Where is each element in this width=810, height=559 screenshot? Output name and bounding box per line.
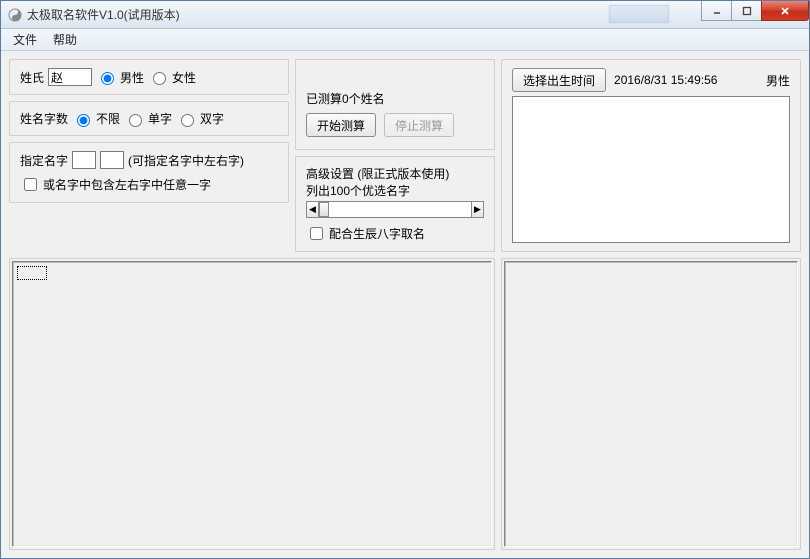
surname-label: 姓氏: [20, 69, 44, 86]
namechars-single-option[interactable]: 单字: [124, 110, 172, 127]
slider-left-arrow-icon[interactable]: ◀: [306, 201, 319, 218]
surname-input[interactable]: [48, 68, 92, 86]
window-controls: [702, 1, 809, 21]
start-calc-button[interactable]: 开始测算: [306, 113, 376, 137]
namechars-label: 姓名字数: [20, 110, 68, 127]
calc-status: 已测算0个姓名: [306, 90, 385, 107]
gender-female-radio[interactable]: [153, 72, 166, 85]
ghost-decoration: [609, 5, 669, 23]
app-window: 太极取名软件V1.0(试用版本) 文件 帮助 姓氏: [0, 0, 810, 559]
bazi-option[interactable]: 配合生辰八字取名: [306, 224, 425, 243]
slider-track[interactable]: [319, 201, 471, 218]
birthtime-group: 选择出生时间 2016/8/31 15:49:56 男性: [501, 59, 801, 252]
namechars-group: 姓名字数 不限 单字 双字: [9, 101, 289, 136]
results-right-list[interactable]: [504, 261, 798, 547]
surname-group: 姓氏 男性 女性: [9, 59, 289, 95]
select-birthtime-button[interactable]: 选择出生时间: [512, 68, 606, 92]
specify-group: 指定名字 (可指定名字中左右字) 或名字中包含左右字中任意一字: [9, 142, 289, 203]
birthtime-info-panel: [512, 96, 790, 243]
specify-contains-checkbox[interactable]: [24, 178, 37, 191]
bazi-checkbox[interactable]: [310, 227, 323, 240]
gender-female-option[interactable]: 女性: [148, 69, 196, 86]
namechars-unlimited-radio[interactable]: [77, 114, 90, 127]
birthtime-value: 2016/8/31 15:49:56: [614, 73, 717, 87]
client-area: 姓氏 男性 女性 姓名字数 不限: [1, 51, 809, 558]
namechars-double-option[interactable]: 双字: [176, 110, 224, 127]
namechars-double-radio[interactable]: [181, 114, 194, 127]
specify-contains-option[interactable]: 或名字中包含左右字中任意一字: [20, 175, 211, 194]
specify-label: 指定名字: [20, 152, 68, 169]
specify-left-input[interactable]: [72, 151, 96, 169]
advanced-group: 高级设置 (限正式版本使用) 列出100个优选名字 ◀ ▶ 配合生辰八字取名: [295, 156, 495, 252]
focus-rect: [17, 266, 47, 280]
close-button[interactable]: [761, 1, 809, 21]
stop-calc-button: 停止测算: [384, 113, 454, 137]
menubar: 文件 帮助: [1, 29, 809, 51]
slider-thumb[interactable]: [319, 202, 329, 217]
slider-right-arrow-icon[interactable]: ▶: [471, 201, 484, 218]
results-left-panel: [9, 258, 495, 550]
gender-male-radio[interactable]: [101, 72, 114, 85]
advanced-title: 高级设置 (限正式版本使用): [306, 165, 484, 182]
advanced-list-label: 列出100个优选名字: [306, 182, 484, 199]
maximize-button[interactable]: [731, 1, 762, 21]
results-right-panel: [501, 258, 801, 550]
namechars-unlimited-option[interactable]: 不限: [72, 110, 120, 127]
name-count-slider[interactable]: ◀ ▶: [306, 201, 484, 218]
menu-help[interactable]: 帮助: [45, 29, 85, 50]
minimize-button[interactable]: [701, 1, 732, 21]
gender-male-option[interactable]: 男性: [96, 69, 144, 86]
menu-file[interactable]: 文件: [5, 29, 45, 50]
calc-group: 已测算0个姓名 开始测算 停止测算: [295, 59, 495, 150]
app-icon: [7, 7, 23, 23]
specify-right-input[interactable]: [100, 151, 124, 169]
window-title: 太极取名软件V1.0(试用版本): [27, 6, 180, 23]
birthtime-gender: 男性: [766, 72, 790, 89]
titlebar: 太极取名软件V1.0(试用版本): [1, 1, 809, 29]
namechars-single-radio[interactable]: [129, 114, 142, 127]
specify-hint: (可指定名字中左右字): [128, 152, 244, 169]
results-left-list[interactable]: [12, 261, 492, 547]
